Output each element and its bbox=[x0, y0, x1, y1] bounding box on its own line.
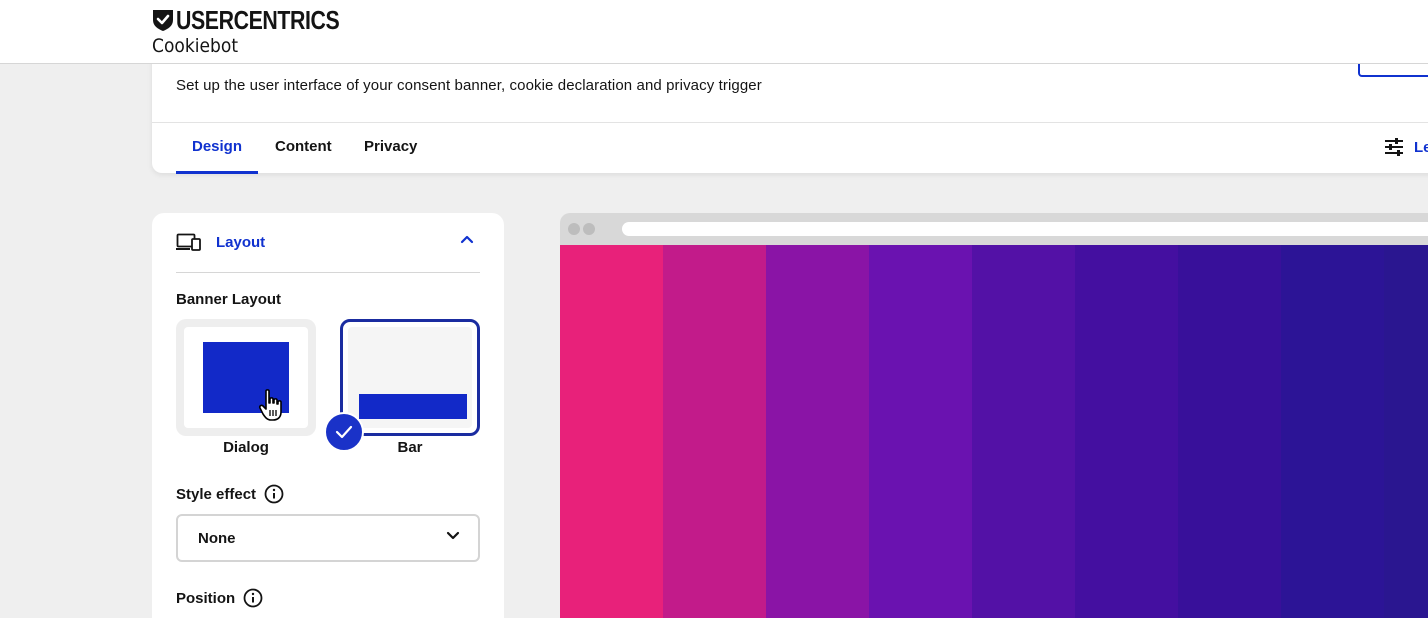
preview-stripe bbox=[766, 245, 869, 618]
info-icon[interactable] bbox=[243, 588, 263, 608]
legacy-label: Le bbox=[1414, 138, 1428, 156]
bar-preview-frame bbox=[348, 327, 472, 428]
chevron-up-icon[interactable] bbox=[460, 234, 474, 244]
preview-stripe bbox=[1384, 245, 1428, 618]
tab-privacy[interactable]: Privacy bbox=[364, 138, 417, 155]
section-divider bbox=[176, 272, 480, 273]
option-label-bar: Bar bbox=[397, 439, 423, 456]
style-effect-text: Style effect bbox=[176, 485, 257, 503]
banner-layout-label: Banner Layout bbox=[176, 291, 282, 308]
preview-background bbox=[560, 245, 1428, 618]
style-effect-value: None bbox=[198, 529, 236, 547]
style-effect-label: Style effect bbox=[176, 484, 284, 504]
tabs-divider bbox=[152, 122, 1428, 123]
preview-stripe bbox=[869, 245, 972, 618]
preview-browser-bar bbox=[560, 213, 1428, 245]
sliders-icon bbox=[1385, 138, 1403, 156]
preview-stripe bbox=[1178, 245, 1281, 618]
preview-stripe bbox=[972, 245, 1075, 618]
shield-check-icon bbox=[153, 10, 173, 31]
bar-shape bbox=[359, 394, 467, 419]
settings-panel: Layout Banner Layout Dialog Bar Style ef… bbox=[152, 213, 504, 618]
usercentrics-logo[interactable]: USERCENTRICS Cookiebot bbox=[152, 5, 375, 57]
position-text: Position bbox=[176, 589, 236, 607]
page-subtitle: Set up the user interface of your consen… bbox=[176, 77, 762, 94]
brand-name: USERCENTRICS bbox=[176, 5, 340, 35]
preview-stripe bbox=[560, 245, 663, 618]
preview-url-bar bbox=[622, 222, 1428, 236]
top-navbar: USERCENTRICS Cookiebot bbox=[0, 0, 1428, 64]
option-label-dialog: Dialog bbox=[223, 439, 269, 456]
check-icon bbox=[335, 425, 353, 439]
tab-design[interactable]: Design bbox=[192, 138, 242, 155]
chevron-down-icon bbox=[446, 531, 460, 540]
tab-content[interactable]: Content bbox=[275, 138, 332, 155]
position-label: Position bbox=[176, 588, 263, 608]
preview-stripe bbox=[1281, 245, 1384, 618]
product-name: Cookiebot bbox=[152, 35, 239, 57]
layout-section-header[interactable]: Layout bbox=[176, 231, 480, 253]
banner-preview bbox=[560, 213, 1428, 618]
legacy-settings-button[interactable]: Le bbox=[1384, 138, 1428, 156]
active-tab-indicator bbox=[176, 171, 258, 174]
layout-option-bar[interactable] bbox=[340, 319, 480, 436]
preview-stripe bbox=[1075, 245, 1178, 618]
info-icon[interactable] bbox=[264, 484, 284, 504]
layout-section-title: Layout bbox=[216, 233, 266, 251]
style-effect-select[interactable]: None bbox=[176, 514, 480, 562]
dialog-preview-frame bbox=[184, 327, 308, 428]
hand-cursor-icon bbox=[258, 389, 282, 421]
browser-dot bbox=[568, 223, 580, 235]
browser-dot bbox=[583, 223, 595, 235]
layout-option-dialog[interactable] bbox=[176, 319, 316, 436]
preview-stripe bbox=[663, 245, 766, 618]
devices-icon bbox=[176, 233, 201, 251]
